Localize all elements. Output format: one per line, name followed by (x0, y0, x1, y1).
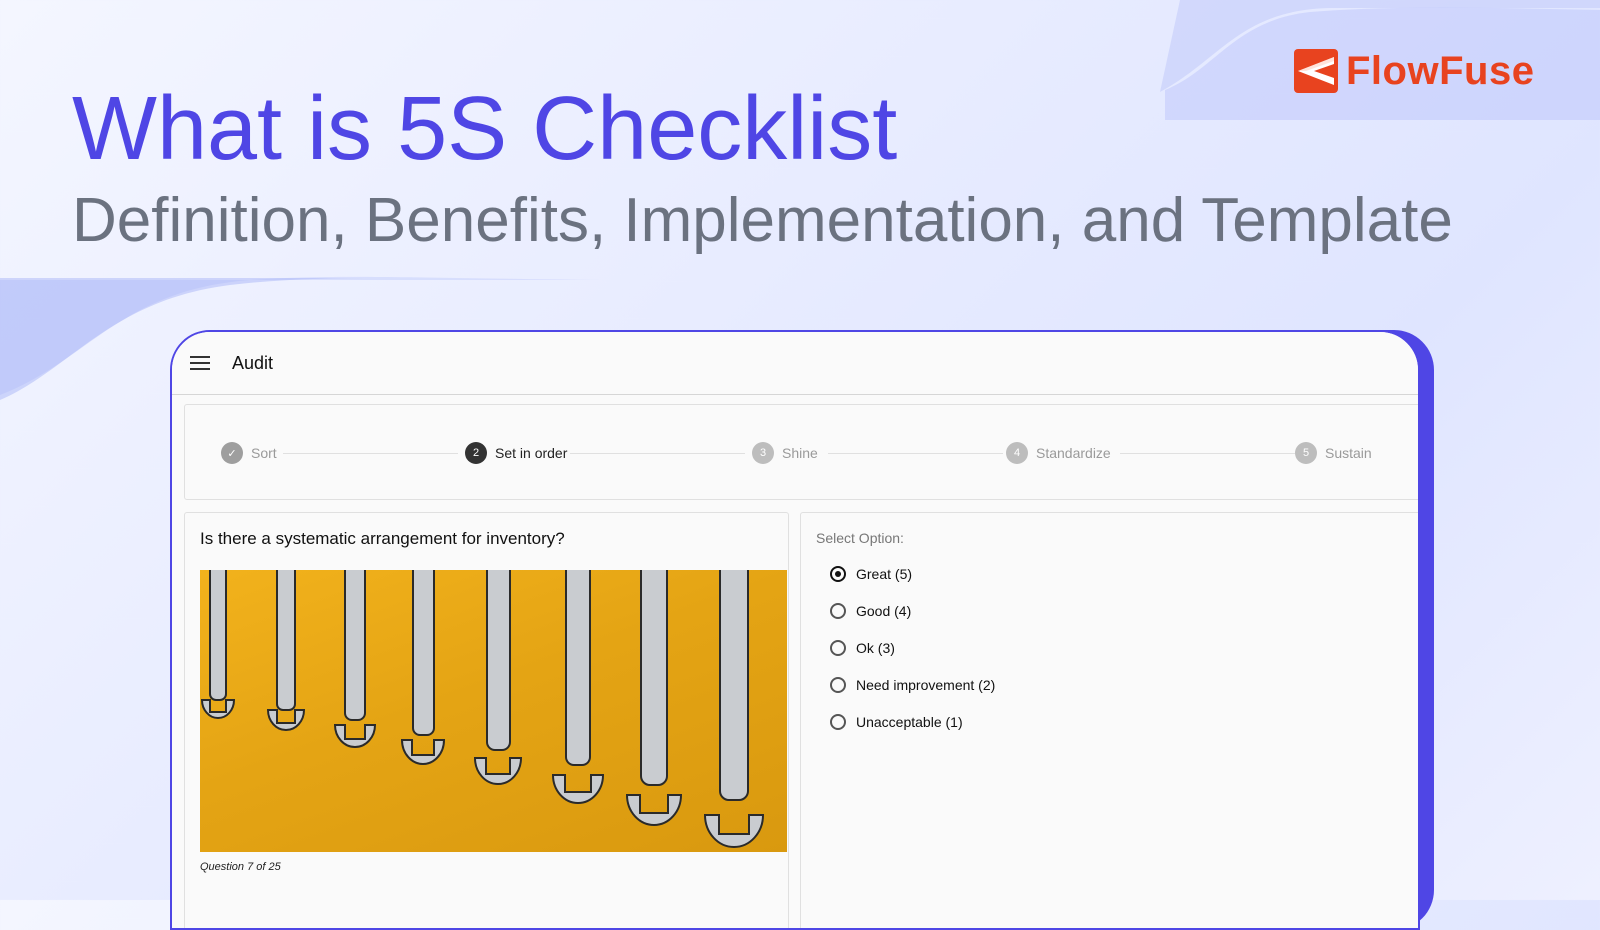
option-unacceptable[interactable]: Unacceptable (1) (830, 714, 963, 730)
step-progress-bar: ✓ Sort 2 Set in order 3 Shine 4 Standard… (184, 404, 1418, 500)
radio-unchecked-icon[interactable] (830, 603, 846, 619)
option-need-improvement[interactable]: Need improvement (2) (830, 677, 995, 693)
radio-unchecked-icon[interactable] (830, 640, 846, 656)
flowfuse-logo: FlowFuse (1294, 49, 1534, 93)
step-connector (570, 453, 745, 454)
step-connector (283, 453, 458, 454)
step-connector (1120, 453, 1295, 454)
step-number: 4 (1006, 442, 1028, 464)
page-title: What is 5S Checklist (72, 79, 898, 179)
step-label: Standardize (1036, 445, 1111, 461)
step-standardize[interactable]: 4 Standardize (1006, 442, 1111, 464)
step-label: Sustain (1325, 445, 1372, 461)
flowfuse-logo-icon (1294, 49, 1338, 93)
option-ok[interactable]: Ok (3) (830, 640, 895, 656)
option-label: Need improvement (2) (856, 677, 996, 693)
option-label: Ok (3) (856, 640, 895, 656)
page-subtitle: Definition, Benefits, Implementation, an… (72, 186, 1453, 255)
option-great[interactable]: Great (5) (830, 566, 912, 582)
question-counter: Question 7 of 25 (200, 861, 281, 873)
step-label: Sort (251, 445, 277, 461)
app-header: Audit (172, 332, 1418, 395)
step-number: 5 (1295, 442, 1317, 464)
step-label: Shine (782, 445, 818, 461)
step-sort[interactable]: ✓ Sort (221, 442, 277, 464)
radio-unchecked-icon[interactable] (830, 714, 846, 730)
options-card: Select Option: Great (5) Good (4) Ok (3)… (800, 512, 1418, 928)
step-label: Set in order (495, 445, 568, 461)
radio-checked-icon[interactable] (830, 566, 846, 582)
hamburger-menu-icon[interactable] (190, 356, 210, 370)
step-sustain[interactable]: 5 Sustain (1295, 442, 1372, 464)
step-set-in-order[interactable]: 2 Set in order (465, 442, 567, 464)
option-good[interactable]: Good (4) (830, 603, 911, 619)
question-card: Is there a systematic arrangement for in… (184, 512, 789, 928)
wrenches-image (200, 570, 787, 852)
options-label: Select Option: (816, 530, 904, 546)
step-shine[interactable]: 3 Shine (752, 442, 818, 464)
step-number: 3 (752, 442, 774, 464)
step-connector (828, 453, 1003, 454)
step-number: 2 (465, 442, 487, 464)
brand-name: FlowFuse (1346, 49, 1535, 93)
question-text: Is there a systematic arrangement for in… (200, 529, 565, 548)
option-label: Good (4) (856, 603, 912, 619)
option-label: Unacceptable (1) (856, 714, 963, 730)
audit-app-window: Audit ✓ Sort 2 Set in order 3 Shine 4 St… (170, 330, 1420, 930)
radio-unchecked-icon[interactable] (830, 677, 846, 693)
check-icon: ✓ (221, 442, 243, 464)
option-label: Great (5) (856, 566, 913, 582)
app-title: Audit (232, 352, 274, 373)
